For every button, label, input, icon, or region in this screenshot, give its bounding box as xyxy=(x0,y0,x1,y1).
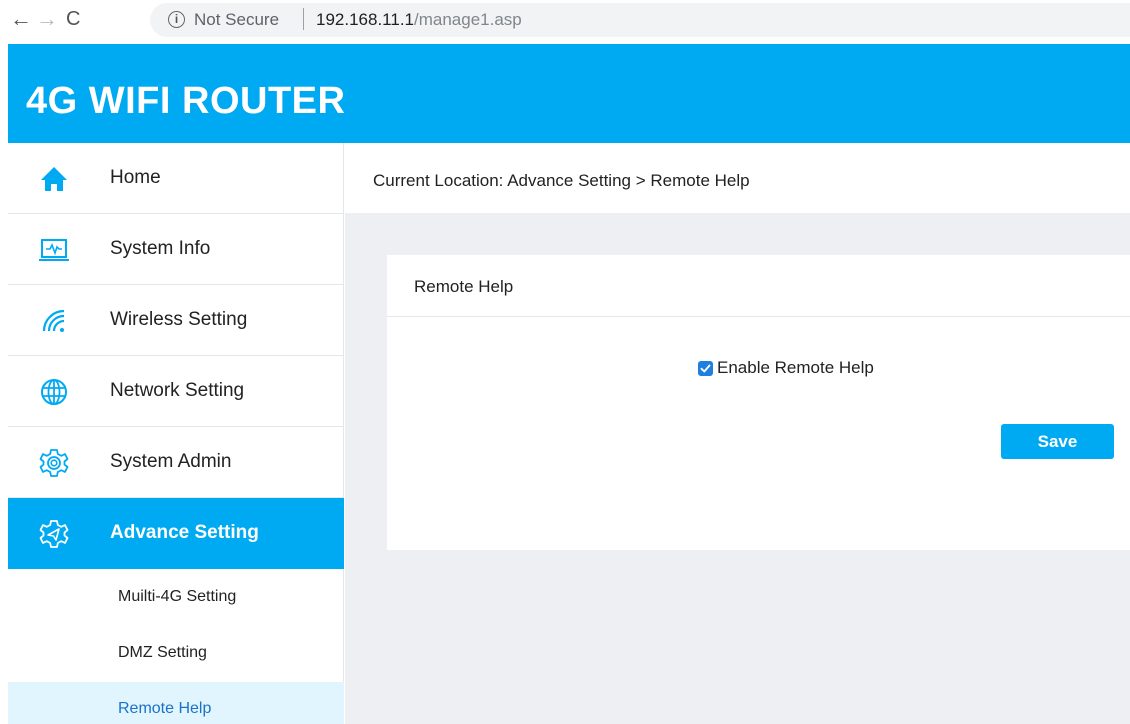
sidebar-item-advance-setting[interactable]: Advance Setting xyxy=(8,498,344,569)
panel-header: Remote Help xyxy=(387,255,1130,317)
browser-toolbar: ← → C i Not Secure 192.168.11.1/manage1.… xyxy=(0,0,1130,44)
sidebar-item-system-info[interactable]: System Info xyxy=(8,214,344,285)
sidebar-item-label: System Admin xyxy=(110,451,232,472)
sidebar-item-system-admin[interactable]: System Admin xyxy=(8,427,344,498)
address-bar[interactable]: i Not Secure 192.168.11.1/manage1.asp xyxy=(150,3,1130,37)
globe-icon xyxy=(38,376,70,408)
app-title: 4G WIFI ROUTER xyxy=(26,80,346,122)
current-location-text: Current Location: Advance Setting > Remo… xyxy=(373,171,750,190)
enable-remote-help-label[interactable]: Enable Remote Help xyxy=(717,358,874,378)
panel-title: Remote Help xyxy=(414,277,514,296)
sidebar-item-wireless-setting[interactable]: Wireless Setting xyxy=(8,285,344,356)
gear-icon xyxy=(38,447,70,479)
sidebar-subitem-label: Remote Help xyxy=(118,700,212,717)
sidebar-item-label: Advance Setting xyxy=(110,522,259,543)
sidebar-item-label: Network Setting xyxy=(110,380,245,401)
remote-help-panel: Remote Help Enable Remote Help Save xyxy=(387,255,1130,550)
address-separator xyxy=(303,8,304,30)
sidebar: Home System Info Wireless Setting Networ… xyxy=(8,143,344,724)
reload-icon[interactable]: C xyxy=(66,8,80,30)
sidebar-subitem-remote-help[interactable]: Remote Help xyxy=(8,682,344,724)
save-button[interactable]: Save xyxy=(1001,424,1114,459)
sidebar-subitem-label: Muilti-4G Setting xyxy=(118,588,237,605)
sidebar-subitem-dmz-setting[interactable]: DMZ Setting xyxy=(8,626,344,682)
home-icon xyxy=(38,163,70,195)
breadcrumb: Current Location: Advance Setting > Remo… xyxy=(345,143,1130,213)
url-host: 192.168.11.1 xyxy=(316,10,414,29)
forward-arrow-icon[interactable]: → xyxy=(36,8,58,30)
sidebar-subitem-multi-4g-setting[interactable]: Muilti-4G Setting xyxy=(8,570,344,626)
url-path: /manage1.asp xyxy=(414,10,522,29)
url-text[interactable]: 192.168.11.1/manage1.asp xyxy=(316,10,522,30)
info-icon[interactable]: i xyxy=(168,11,185,28)
wifi-icon xyxy=(38,305,70,337)
security-label: Not Secure xyxy=(194,10,280,29)
enable-remote-help-checkbox[interactable] xyxy=(698,361,713,376)
app-header: 4G WIFI ROUTER xyxy=(8,44,1130,143)
monitor-icon xyxy=(38,234,70,266)
sidebar-item-label: Home xyxy=(110,167,161,188)
sidebar-item-label: System Info xyxy=(110,238,211,259)
sidebar-item-home[interactable]: Home xyxy=(8,143,344,214)
back-arrow-icon[interactable]: ← xyxy=(10,8,32,30)
sidebar-subitem-label: DMZ Setting xyxy=(118,644,207,661)
advanced-gear-icon xyxy=(38,518,70,550)
main-content: Current Location: Advance Setting > Remo… xyxy=(345,143,1130,724)
sidebar-item-network-setting[interactable]: Network Setting xyxy=(8,356,344,427)
sidebar-item-label: Wireless Setting xyxy=(110,309,248,330)
